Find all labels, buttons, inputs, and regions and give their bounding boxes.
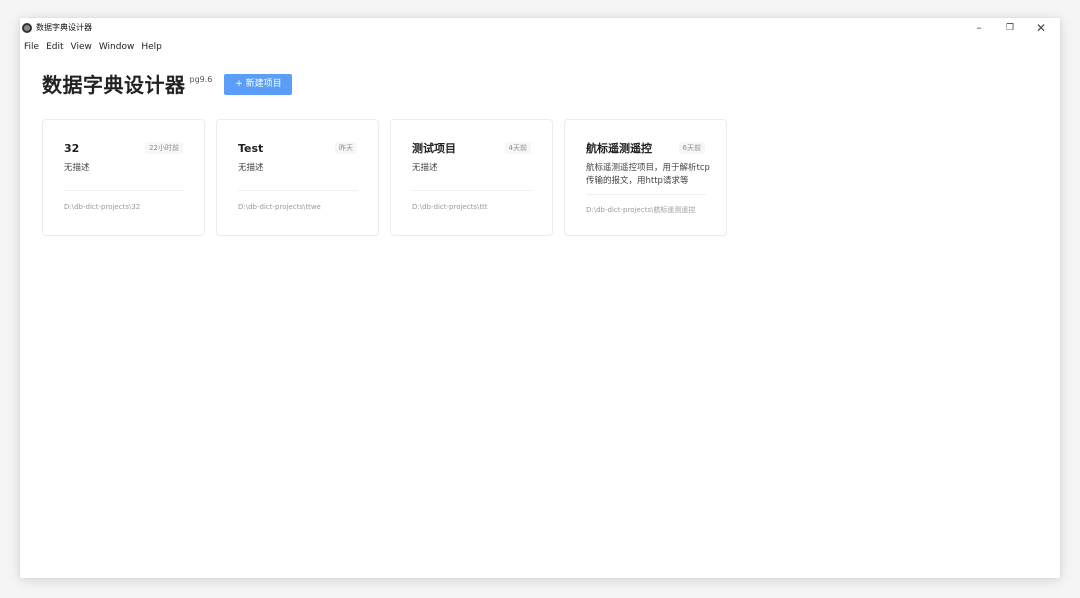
menu-help[interactable]: Help	[141, 40, 169, 54]
project-card[interactable]: 测试项目 4天前 无描述 D:\db-dict-projects\ttt	[390, 119, 553, 236]
close-icon[interactable]: ✕	[1026, 19, 1056, 37]
project-name: 测试项目	[412, 142, 456, 155]
card-divider	[64, 190, 184, 191]
time-badge: 22小时前	[145, 142, 183, 154]
project-name: 航标遥测遥控	[586, 142, 652, 155]
project-list: 32 22小时前 无描述 D:\db-dict-projects\32 Test…	[42, 119, 738, 236]
project-card[interactable]: 航标遥测遥控 6天前 航标遥测遥控项目，用于解析tcp传输的报文，用http请求…	[564, 119, 727, 236]
time-badge: 4天前	[504, 142, 531, 154]
minimize-icon[interactable]: –	[964, 19, 994, 37]
menu-edit[interactable]: Edit	[46, 40, 70, 54]
page-title: 数据字典设计器	[42, 73, 186, 97]
project-path: D:\db-dict-projects\32	[64, 203, 141, 211]
project-description: 无描述	[238, 163, 264, 173]
time-badge: 昨天	[335, 142, 357, 154]
card-divider	[238, 190, 358, 191]
new-project-button[interactable]: + 新建项目	[224, 74, 293, 95]
project-name: Test	[238, 142, 264, 155]
project-path: D:\db-dict-projects\航标遥测遥控	[586, 206, 696, 214]
window-title: 数据字典设计器	[36, 23, 92, 32]
time-badge: 6天前	[678, 142, 705, 154]
restore-icon[interactable]: ❐	[995, 19, 1025, 37]
project-path: D:\db-dict-projects\ttt	[412, 203, 488, 211]
page-header: 数据字典设计器 pg9.6 + 新建项目	[42, 71, 293, 99]
project-description: 无描述	[64, 163, 90, 173]
project-card[interactable]: 32 22小时前 无描述 D:\db-dict-projects\32	[42, 119, 205, 236]
menu-file[interactable]: File	[20, 40, 46, 54]
app-window: 数据字典设计器 – ❐ ✕ File Edit View Window Help…	[20, 18, 1060, 578]
menu-view[interactable]: View	[71, 40, 99, 54]
project-description: 航标遥测遥控项目，用于解析tcp传输的报文，用http请求等	[586, 163, 710, 186]
project-description: 无描述	[412, 163, 438, 173]
menu-window[interactable]: Window	[99, 40, 142, 54]
menu-bar: File Edit View Window Help	[20, 40, 169, 54]
card-divider	[412, 190, 532, 191]
project-path: D:\db-dict-projects\ttwe	[238, 203, 321, 211]
app-logo-icon	[22, 23, 32, 33]
title-bar: 数据字典设计器 – ❐ ✕	[20, 18, 1060, 38]
project-card[interactable]: Test 昨天 无描述 D:\db-dict-projects\ttwe	[216, 119, 379, 236]
project-name: 32	[64, 142, 80, 155]
card-divider	[586, 194, 706, 195]
version-label: pg9.6	[189, 75, 213, 84]
